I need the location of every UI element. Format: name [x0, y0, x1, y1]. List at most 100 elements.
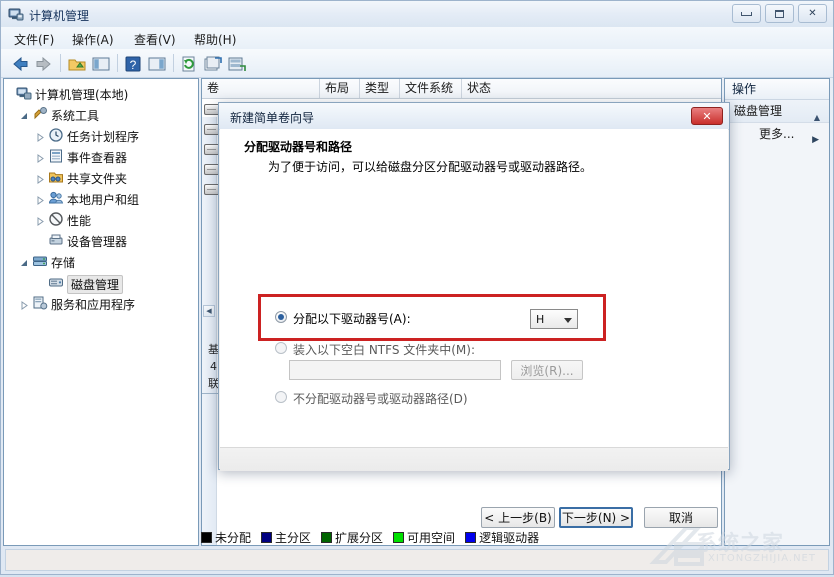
minimize-button[interactable] — [732, 4, 761, 23]
sidebar-item-label: 服务和应用程序 — [51, 298, 136, 312]
radio-no-drive-letter-or-path[interactable] — [275, 391, 287, 403]
legend-swatch — [465, 531, 477, 543]
sidebar-item-label: 系统工具 — [51, 109, 100, 123]
sidebar-item-label: 磁盘管理 — [67, 275, 124, 294]
action-item-more[interactable]: 更多... ▶ — [725, 123, 829, 145]
sidebar-item-device-manager[interactable]: 设备管理器 — [6, 230, 198, 251]
radio-label-no-drive-letter-or-path[interactable]: 不分配驱动器号或驱动器路径(D) — [293, 390, 468, 407]
shared-folder-icon — [49, 172, 63, 183]
users-icon — [48, 191, 64, 204]
console-tree: 计算机管理(本地) 系统工具 任务计划程序 事件查看器 共享文件夹 本地用户和组… — [4, 79, 198, 314]
event-log-icon — [50, 149, 62, 163]
device-manager-icon — [49, 234, 63, 245]
expander-collapsed-icon[interactable] — [36, 215, 45, 226]
menu-bar: 文件(F) 操作(A) 查看(V) 帮助(H) — [1, 27, 833, 50]
sidebar-item-label: 本地用户和组 — [67, 193, 140, 207]
back-icon[interactable] — [10, 54, 30, 74]
menu-help[interactable]: 帮助(H) — [189, 30, 241, 49]
legend-item-extended-partition: 扩展分区 — [321, 529, 383, 546]
sidebar-item-storage[interactable]: 存储 — [6, 251, 198, 272]
sidebar-item-system-tools[interactable]: 系统工具 — [6, 104, 198, 125]
legend-item-logical-drive: 逻辑驱动器 — [465, 529, 539, 546]
sidebar-item-event-viewer[interactable]: 事件查看器 — [6, 146, 198, 167]
expander-expanded-icon[interactable] — [20, 257, 29, 266]
close-icon: ✕ — [808, 7, 817, 19]
close-icon: ✕ — [702, 109, 712, 123]
legend-label: 逻辑驱动器 — [479, 530, 540, 545]
scroll-left-arrow[interactable]: ◀ — [203, 305, 215, 317]
maximize-button[interactable] — [765, 4, 794, 23]
browse-button[interactable]: 浏览(R)... — [511, 360, 583, 380]
radio-label-mount-in-ntfs-folder[interactable]: 装入以下空白 NTFS 文件夹中(M): — [293, 341, 475, 358]
sidebar-item-label: 存储 — [51, 256, 76, 270]
list-scroll-column[interactable]: ◀ — [202, 117, 217, 545]
column-header-status[interactable]: 状态 — [462, 79, 721, 98]
radio-label-assign-drive-letter[interactable]: 分配以下驱动器号(A): — [293, 310, 411, 327]
volume-list-header: 卷 布局 类型 文件系统 状态 — [202, 79, 721, 99]
dialog-subheading: 为了便于访问，可以给磁盘分区分配驱动器号或驱动器路径。 — [268, 160, 593, 174]
expander-collapsed-icon[interactable] — [36, 152, 45, 163]
show-console-tree-icon[interactable] — [91, 54, 111, 74]
expander-collapsed-icon[interactable] — [36, 173, 45, 184]
expander-collapsed-icon[interactable] — [36, 194, 45, 205]
sidebar-item-local-users-and-groups[interactable]: 本地用户和组 — [6, 188, 198, 209]
actions-group-disk-management[interactable]: 磁盘管理 ▲ — [725, 100, 829, 123]
dialog-close-button[interactable]: ✕ — [691, 107, 723, 125]
legend-swatch — [261, 531, 273, 543]
window-controls: ✕ — [732, 4, 827, 23]
sidebar-item-task-scheduler[interactable]: 任务计划程序 — [6, 125, 198, 146]
column-header-type[interactable]: 类型 — [360, 79, 400, 98]
column-header-filesystem[interactable]: 文件系统 — [400, 79, 462, 98]
expander-collapsed-icon[interactable] — [36, 131, 45, 142]
legend-swatch — [321, 531, 333, 543]
sidebar-item-label: 事件查看器 — [67, 151, 128, 165]
forward-icon[interactable] — [34, 54, 54, 74]
rescan-disks-icon[interactable] — [227, 54, 247, 74]
toolbar-separator-2 — [117, 54, 118, 72]
folder-path-input[interactable] — [289, 360, 501, 380]
column-header-volume[interactable]: 卷 — [202, 79, 320, 98]
legend-label: 未分配 — [215, 530, 252, 545]
expander-collapsed-icon[interactable] — [20, 299, 29, 310]
action-item-label: 更多... — [759, 127, 795, 141]
sidebar-item-label: 性能 — [67, 214, 92, 228]
radio-assign-drive-letter[interactable] — [275, 311, 287, 323]
dialog-header: 分配驱动器号和路径 为了便于访问，可以给磁盘分区分配驱动器号或驱动器路径。 — [220, 129, 728, 182]
column-header-layout[interactable]: 布局 — [320, 79, 360, 98]
close-button[interactable]: ✕ — [798, 4, 827, 23]
sidebar-item-disk-management[interactable]: 磁盘管理 — [6, 272, 198, 294]
partition-legend: 未分配 主分区 扩展分区 可用空间 逻辑驱动器 — [201, 529, 544, 545]
computer-management-icon — [8, 8, 24, 21]
menu-file[interactable]: 文件(F) — [9, 30, 59, 49]
toolbar: ? — [1, 49, 833, 78]
computer-management-window: 计算机管理 ✕ 文件(F) 操作(A) 查看(V) 帮助(H) ? 计算机管理(… — [0, 0, 834, 575]
minimize-icon — [741, 11, 752, 16]
menu-action[interactable]: 操作(A) — [67, 30, 119, 49]
cancel-button[interactable]: 取消 — [644, 507, 718, 528]
show-action-pane-icon[interactable] — [147, 54, 167, 74]
sidebar-item-label: 设备管理器 — [67, 235, 128, 249]
tree-root-computer-management[interactable]: 计算机管理(本地) — [6, 83, 198, 104]
sidebar-item-services-and-applications[interactable]: 服务和应用程序 — [6, 293, 198, 314]
legend-item-free-space: 可用空间 — [393, 529, 455, 546]
sidebar-item-performance[interactable]: 性能 — [6, 209, 198, 230]
actions-pane: 操作 磁盘管理 ▲ 更多... ▶ — [724, 78, 830, 546]
refresh-icon[interactable] — [179, 54, 199, 74]
back-button[interactable]: < 上一步(B) — [481, 507, 555, 528]
up-folder-icon[interactable] — [67, 54, 87, 74]
expander-expanded-icon[interactable] — [20, 110, 29, 119]
drive-letter-dropdown[interactable]: H — [530, 309, 578, 329]
services-icon — [33, 296, 48, 310]
next-button[interactable]: 下一步(N) > — [559, 507, 633, 528]
svg-text:?: ? — [130, 58, 137, 72]
chevron-right-icon: ▶ — [812, 135, 819, 145]
help-icon[interactable]: ? — [123, 54, 143, 74]
sidebar-item-shared-folders[interactable]: 共享文件夹 — [6, 167, 198, 188]
menu-view[interactable]: 查看(V) — [129, 30, 181, 49]
properties-icon[interactable] — [203, 54, 223, 74]
console-tree-pane: 计算机管理(本地) 系统工具 任务计划程序 事件查看器 共享文件夹 本地用户和组… — [3, 78, 199, 546]
status-bar — [5, 549, 829, 571]
radio-mount-in-ntfs-folder[interactable] — [275, 342, 287, 354]
storage-icon — [33, 256, 47, 266]
legend-swatch — [201, 531, 212, 543]
